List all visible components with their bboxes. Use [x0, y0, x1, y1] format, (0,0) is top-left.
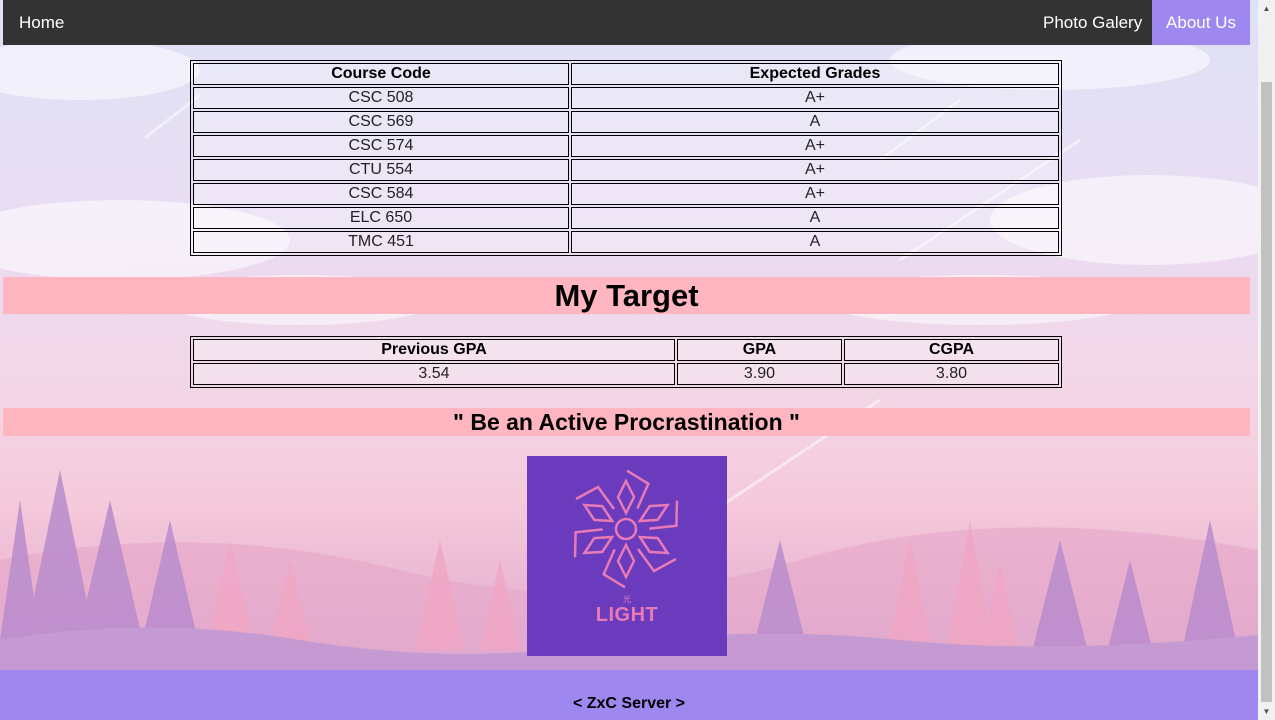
table-row: CTU 554 A+ — [193, 159, 1059, 181]
my-target-banner: My Target — [3, 277, 1250, 314]
scroll-down-arrow-icon[interactable]: ▼ — [1258, 703, 1275, 720]
table-row: 3.54 3.90 3.80 — [193, 363, 1059, 385]
course-code-cell: CSC 508 — [193, 87, 569, 109]
scrollbar-thumb[interactable] — [1261, 82, 1272, 702]
footer: < ZxC Server > — [0, 670, 1258, 720]
table-row: TMC 451 A — [193, 231, 1059, 253]
logo-text: LIGHT — [595, 604, 659, 626]
table-header-row: Course Code Expected Grades — [193, 63, 1059, 85]
cgpa-cell: 3.80 — [844, 363, 1059, 385]
expected-grade-cell: A — [571, 207, 1059, 229]
table-row: CSC 584 A+ — [193, 183, 1059, 205]
course-code-cell: CSC 584 — [193, 183, 569, 205]
expected-grade-cell: A+ — [571, 87, 1059, 109]
course-code-cell: ELC 650 — [193, 207, 569, 229]
footer-text: < ZxC Server > — [572, 695, 686, 712]
scrollbar[interactable]: ▲ ▼ — [1258, 0, 1275, 720]
top-navbar: Home Photo Galery About Us — [3, 0, 1250, 45]
column-header-previous-gpa: Previous GPA — [193, 339, 675, 361]
table-header-row: Previous GPA GPA CGPA — [193, 339, 1059, 361]
gpa-target-table: Previous GPA GPA CGPA 3.54 3.90 3.80 — [190, 336, 1062, 388]
expected-grade-cell: A+ — [571, 159, 1059, 181]
quote-banner: " Be an Active Procrastination " — [3, 408, 1250, 436]
course-code-cell: CSC 574 — [193, 135, 569, 157]
scroll-up-arrow-icon[interactable]: ▲ — [1258, 0, 1275, 17]
table-row: CSC 508 A+ — [193, 87, 1059, 109]
column-header-gpa: GPA — [677, 339, 842, 361]
course-code-cell: CSC 569 — [193, 111, 569, 133]
column-header-cgpa: CGPA — [844, 339, 1059, 361]
expected-grade-cell: A+ — [571, 183, 1059, 205]
column-header-course-code: Course Code — [193, 63, 569, 85]
nav-photo-gallery-link[interactable]: Photo Galery — [1027, 0, 1158, 45]
column-header-expected-grades: Expected Grades — [571, 63, 1059, 85]
table-row: CSC 569 A — [193, 111, 1059, 133]
expected-grade-cell: A+ — [571, 135, 1059, 157]
nav-about-us-link[interactable]: About Us — [1152, 0, 1250, 45]
table-row: ELC 650 A — [193, 207, 1059, 229]
light-logo-image: 光 LIGHT — [527, 456, 727, 656]
course-code-cell: TMC 451 — [193, 231, 569, 253]
course-code-cell: CTU 554 — [193, 159, 569, 181]
gpa-cell: 3.90 — [677, 363, 842, 385]
table-row: CSC 574 A+ — [193, 135, 1059, 157]
expected-grade-cell: A — [571, 111, 1059, 133]
expected-grade-cell: A — [571, 231, 1059, 253]
expected-grades-table: Course Code Expected Grades CSC 508 A+ CSC… — [190, 60, 1062, 256]
previous-gpa-cell: 3.54 — [193, 363, 675, 385]
nav-home-link[interactable]: Home — [3, 0, 80, 45]
